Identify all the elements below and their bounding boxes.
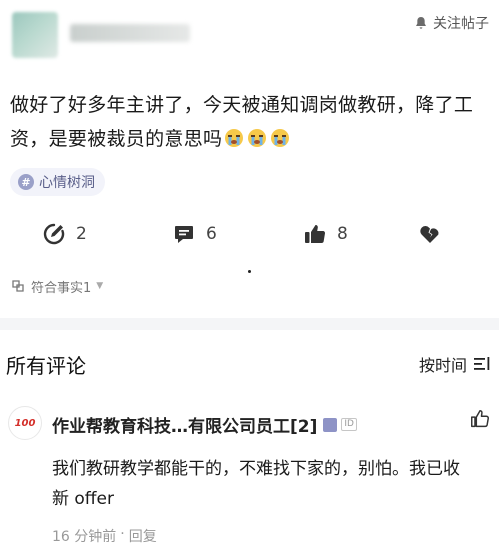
comment-like-icon[interactable] (469, 408, 491, 430)
commenter-name-row[interactable]: 作业帮教育科技…有限公司员工[2] ID (52, 412, 357, 437)
post-actions-bar: 2 6 8 (0, 218, 499, 250)
comment-count: 2 (76, 224, 87, 244)
chat-bubble-icon (175, 226, 193, 243)
comment-edit-icon (43, 223, 65, 245)
commenter-avatar[interactable]: 100 (8, 406, 42, 440)
topic-tag-label: 心情树洞 (39, 175, 95, 191)
comments-title: 所有评论 (6, 354, 86, 378)
post-body: 做好了好多年主讲了，今天被通知调岗做教研，降了工资，是要被裁员的意思吗 (10, 88, 490, 156)
comment-body: 我们教研教学都能干的，不难找下家的，别怕。我已收新 offer (52, 459, 460, 509)
topic-tag[interactable]: # 心情树洞 (10, 168, 105, 196)
comment-action[interactable]: 2 (42, 218, 87, 250)
section-divider (0, 318, 499, 330)
fact-check-icon (12, 280, 24, 292)
reply-count: 6 (206, 224, 217, 244)
follow-post-label: 关注帖子 (433, 16, 489, 32)
sort-icon (474, 357, 490, 370)
post-card: 关注帖子 做好了好多年主讲了，今天被通知调岗做教研，降了工资，是要被裁员的意思吗… (0, 0, 499, 318)
id-badge: ID (341, 418, 357, 431)
crying-emoji-icon (248, 129, 267, 147)
sort-by-time-button[interactable]: 按时间 (419, 352, 491, 376)
fact-check-label: 符合事实1 (31, 280, 92, 296)
comment-meta: 16 分钟前 · 回复 (52, 526, 157, 546)
commenter-avatar-logo: 100 (14, 417, 36, 429)
fact-check-button[interactable]: 符合事实1 ▼ (10, 276, 103, 296)
comment-time: 16 分钟前 (52, 529, 117, 545)
crying-emoji-icon (225, 129, 244, 147)
like-count: 8 (337, 224, 348, 244)
chevron-down-icon: ▼ (96, 281, 104, 291)
reply-action[interactable]: 6 (172, 218, 217, 250)
comments-header: 所有评论 按时间 (0, 340, 499, 380)
thumbs-up-icon (305, 225, 326, 244)
comment-item: 100 作业帮教育科技…有限公司员工[2] ID 我们教研教学都能干的，不难找下… (0, 398, 499, 551)
author-avatar-blurred[interactable] (12, 12, 58, 58)
crying-emoji-icon (271, 129, 290, 147)
meta-separator: · (120, 526, 125, 542)
reply-link[interactable]: 回复 (129, 526, 157, 546)
follow-post-button[interactable]: 关注帖子 (413, 12, 489, 34)
sort-label: 按时间 (418, 356, 467, 375)
broken-heart-action[interactable] (418, 218, 442, 250)
hashtag-icon: # (18, 174, 34, 190)
verified-badge-icon (323, 417, 338, 432)
broken-heart-icon (420, 226, 439, 243)
decorative-dot (248, 270, 251, 273)
bell-icon (416, 17, 426, 29)
commenter-name: 作业帮教育科技…有限公司员工[2] (52, 417, 318, 437)
like-action[interactable]: 8 (303, 218, 348, 250)
author-name-blurred[interactable] (70, 24, 190, 42)
